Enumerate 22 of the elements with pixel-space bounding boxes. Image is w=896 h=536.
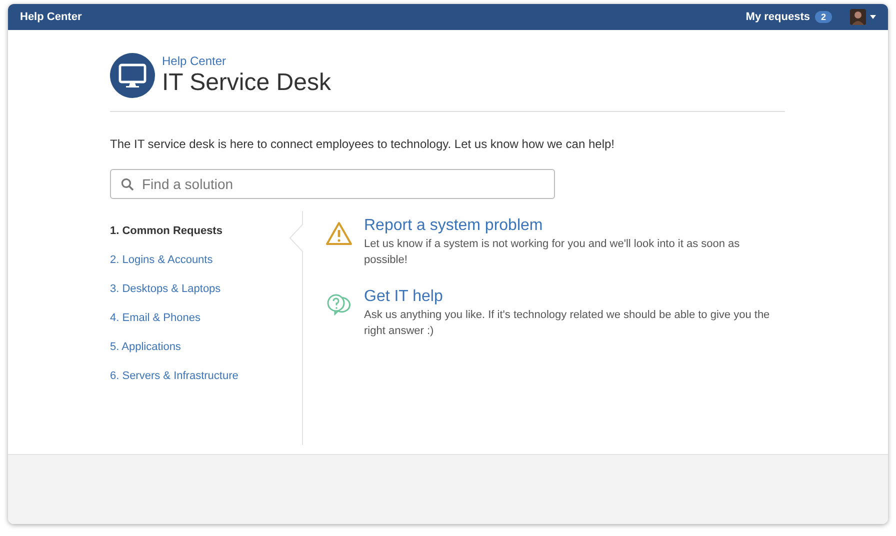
caret-icon[interactable] xyxy=(870,15,876,19)
category-link[interactable]: 3. Desktops & Laptops xyxy=(110,277,221,306)
request-type-link[interactable]: Get IT help xyxy=(364,288,785,306)
my-requests-link[interactable]: My requests xyxy=(746,11,810,23)
page-title: IT Service Desk xyxy=(162,69,331,97)
category-link[interactable]: 2. Logins & Accounts xyxy=(110,248,213,277)
category-link[interactable]: 6. Servers & Infrastructure xyxy=(110,364,238,393)
avatar-icon[interactable] xyxy=(850,9,866,25)
breadcrumb-link[interactable]: Help Center xyxy=(162,54,331,68)
category-link[interactable]: 1. Common Requests xyxy=(110,219,222,248)
request-type-description: Let us know if a system is not working for you and we'll look into it as soon as possible! xyxy=(364,237,741,268)
request-count-badge: 2 xyxy=(814,11,832,23)
monitor-logo-icon xyxy=(110,53,155,98)
request-type-link[interactable]: Report a system problem xyxy=(364,217,785,235)
intro-text: The IT service desk is here to connect employees to technology. Let us know how we can help! xyxy=(110,137,616,151)
warning-icon xyxy=(325,221,353,246)
help-center-link[interactable]: Help Center xyxy=(20,11,746,23)
speech-bubbles-icon xyxy=(325,292,353,316)
category-link[interactable]: 4. Email & Phones xyxy=(110,306,200,335)
request-type-description: Ask us anything you like. If it's technology related we should be able to give you the right answer :) xyxy=(364,308,771,339)
category-link[interactable]: 5. Applications xyxy=(110,335,181,364)
search-field[interactable]: Find a solution xyxy=(110,169,555,199)
